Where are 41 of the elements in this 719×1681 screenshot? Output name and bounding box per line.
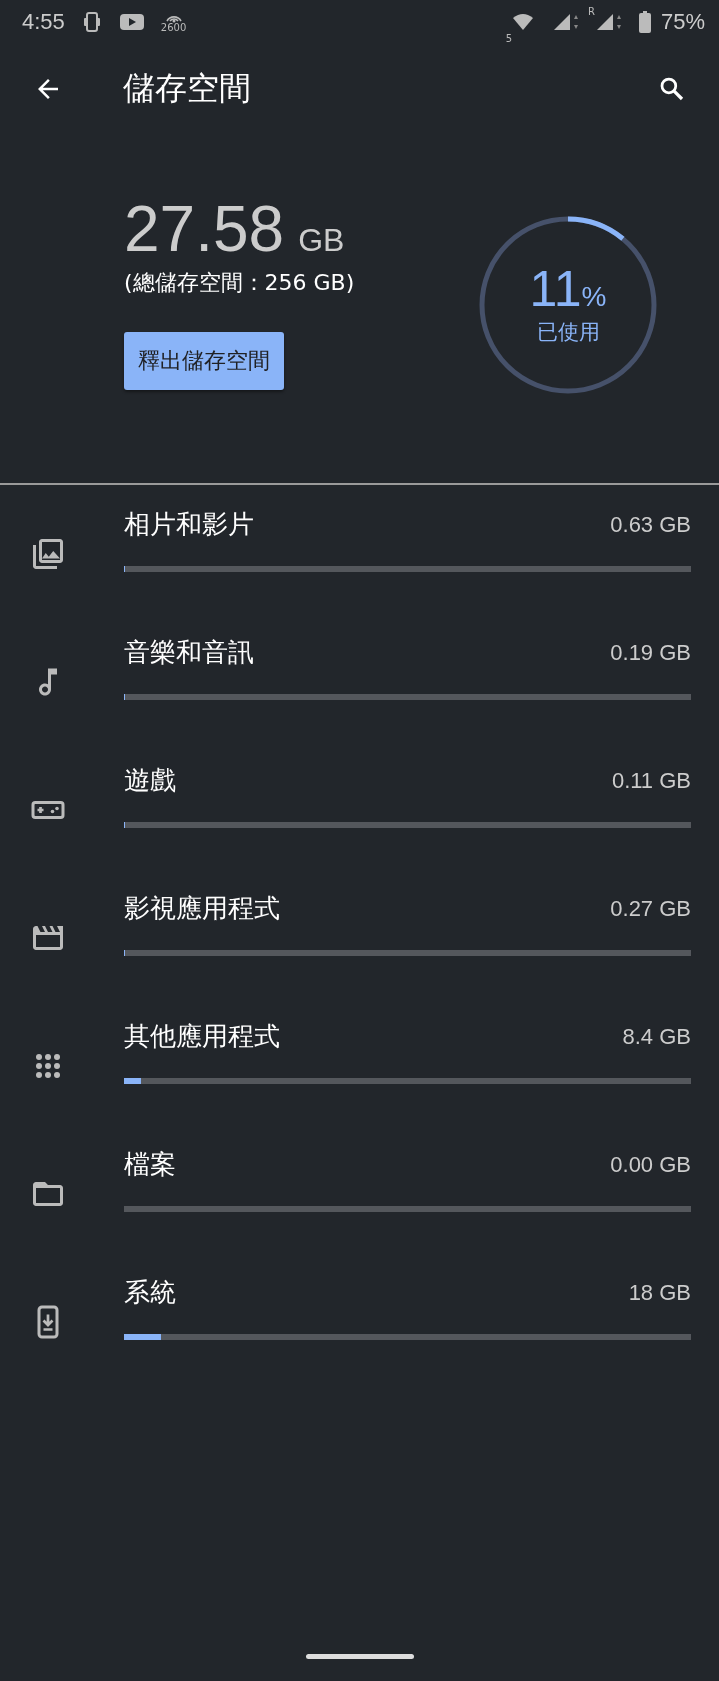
category-label: 檔案 xyxy=(124,1148,176,1181)
used-amount: 27.58 xyxy=(124,194,285,265)
status-time: 4:55 xyxy=(22,9,65,35)
play-icon xyxy=(118,12,145,32)
used-label: 已使用 xyxy=(536,319,600,346)
category-row[interactable]: 音樂和音訊 0.19 GB xyxy=(124,625,691,753)
category-size: 8.4 GB xyxy=(622,1023,691,1050)
wifi-band-label: 5 xyxy=(505,33,512,44)
free-up-space-button[interactable]: 釋出儲存空間 xyxy=(124,332,284,391)
roaming-label: R xyxy=(588,6,595,17)
category-label: 相片和影片 xyxy=(124,508,254,541)
category-row[interactable]: 檔案 0.00 GB xyxy=(124,1137,691,1265)
category-row[interactable]: 相片和影片 0.63 GB xyxy=(124,497,691,625)
phone-icon xyxy=(82,11,101,33)
category-size: 0.19 GB xyxy=(610,639,691,666)
screen-title: 儲存空間 xyxy=(123,68,252,109)
category-label: 其他應用程式 xyxy=(124,1020,280,1053)
percent-sign: % xyxy=(581,281,607,313)
photo-library-icon xyxy=(30,536,66,572)
category-row[interactable]: 遊戲 0.11 GB xyxy=(124,753,691,881)
category-size: 0.63 GB xyxy=(610,511,691,538)
used-percent: 11 xyxy=(529,264,582,314)
category-label: 遊戲 xyxy=(124,764,176,797)
category-size: 0.00 GB xyxy=(610,1151,691,1178)
category-label: 音樂和音訊 xyxy=(124,636,254,669)
signal-icon xyxy=(552,13,578,31)
battery-icon xyxy=(638,11,651,33)
category-row[interactable]: 系統 18 GB xyxy=(124,1265,691,1393)
used-unit: GB xyxy=(298,222,345,259)
network-label: 2600 xyxy=(160,23,187,33)
category-label: 影視應用程式 xyxy=(124,892,280,925)
category-size: 18 GB xyxy=(628,1279,691,1306)
battery-percent: 75% xyxy=(660,9,705,35)
category-row[interactable]: 影視應用程式 0.27 GB xyxy=(124,881,691,1009)
category-label: 系統 xyxy=(124,1276,176,1309)
category-size: 0.27 GB xyxy=(610,895,691,922)
gesture-handle[interactable] xyxy=(305,1653,414,1659)
total-storage-text: (總儲存空間：256 GB) xyxy=(124,269,355,298)
category-row[interactable]: 其他應用程式 8.4 GB xyxy=(124,1009,691,1137)
wifi-icon xyxy=(512,13,534,31)
category-size: 0.11 GB xyxy=(611,767,691,794)
